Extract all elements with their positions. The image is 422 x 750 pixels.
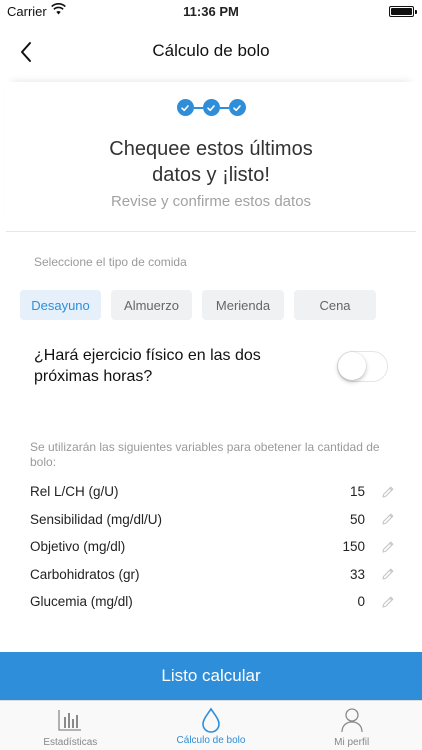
- calculate-button[interactable]: Listo calcular: [0, 652, 422, 700]
- variable-row-rel-lch: Rel L/CH (g/U) 15: [30, 478, 395, 506]
- headline-line-1: Chequee estos últimos: [109, 138, 313, 160]
- headline-line-2: datos y ¡listo!: [152, 164, 270, 186]
- tab-label: Cálculo de bolo: [176, 735, 246, 746]
- subtitle: Revise y confirme estos datos: [110, 193, 312, 210]
- tab-bar: Estadísticas Cálculo de bolo Mi perfil: [0, 700, 422, 750]
- tab-label: Mi perfil: [334, 737, 370, 748]
- step-connector: [193, 106, 203, 109]
- variable-value: 33: [349, 566, 365, 582]
- variable-row-sensibilidad: Sensibilidad (mg/dl/U) 50: [30, 506, 395, 534]
- pencil-icon[interactable]: [365, 540, 395, 554]
- exercise-question: ¿Hará ejercicio físico en las dos próxim…: [34, 347, 261, 385]
- meal-type-label: Seleccione el tipo de comida: [34, 255, 187, 269]
- step-connector: [219, 106, 229, 109]
- drop-icon: [201, 706, 221, 734]
- page-title: Cálculo de bolo: [152, 41, 270, 60]
- variable-label: Rel L/CH (g/U): [30, 484, 119, 500]
- variable-value: 150: [342, 539, 365, 555]
- variable-row-carbohidratos: Carbohidratos (gr) 33: [30, 561, 395, 589]
- step-complete-icon: [202, 99, 220, 116]
- pencil-icon[interactable]: [365, 567, 395, 581]
- bar-chart-icon: [57, 706, 83, 734]
- tab-mi-perfil[interactable]: Mi perfil: [281, 701, 422, 750]
- exercise-toggle[interactable]: [337, 351, 388, 382]
- variable-value: 15: [349, 484, 365, 500]
- variable-value: 0: [357, 594, 365, 610]
- step-complete-icon: [228, 99, 246, 116]
- pencil-icon[interactable]: [365, 595, 395, 609]
- meal-option-almuerzo[interactable]: Almuerzo: [111, 290, 192, 320]
- progress-steps: [6, 99, 416, 116]
- tab-label: Estadísticas: [43, 737, 98, 748]
- tab-estadisticas[interactable]: Estadísticas: [0, 701, 141, 750]
- toggle-knob: [338, 352, 366, 380]
- variable-label: Objetivo (mg/dl): [30, 539, 126, 555]
- headline: Chequee estos últimos datos y ¡listo!: [6, 136, 416, 188]
- navigation-bar: Cálculo de bolo: [0, 22, 422, 82]
- meal-option-desayuno[interactable]: Desayuno: [20, 290, 101, 320]
- variable-row-glucemia: Glucemia (mg/dl) 0: [30, 588, 395, 616]
- status-bar: Carrier 11:36 PM: [0, 0, 422, 22]
- pencil-icon[interactable]: [365, 485, 395, 499]
- variable-label: Sensibilidad (mg/dl/U): [30, 511, 163, 527]
- meal-type-selector: Desayuno Almuerzo Merienda Cena: [20, 290, 376, 320]
- pencil-icon[interactable]: [365, 512, 395, 526]
- variable-value: 50: [349, 511, 365, 527]
- variable-label: Carbohidratos (gr): [30, 566, 140, 582]
- variables-list: Rel L/CH (g/U) 15 Sensibilidad (mg/dl/U)…: [30, 478, 395, 616]
- meal-option-cena[interactable]: Cena: [294, 290, 376, 320]
- variable-row-objetivo: Objetivo (mg/dl) 150: [30, 533, 395, 561]
- variables-note: Se utilizarán las siguientes variables p…: [30, 440, 380, 469]
- tab-calculo-de-bolo[interactable]: Cálculo de bolo: [141, 701, 282, 750]
- meal-option-merienda[interactable]: Merienda: [202, 290, 284, 320]
- step-complete-icon: [176, 99, 194, 116]
- person-icon: [340, 706, 364, 734]
- variable-label: Glucemia (mg/dl): [30, 594, 133, 610]
- status-time: 11:36 PM: [183, 4, 239, 19]
- battery-icon: [389, 6, 417, 17]
- summary-card: Chequee estos últimos datos y ¡listo! Re…: [6, 82, 416, 232]
